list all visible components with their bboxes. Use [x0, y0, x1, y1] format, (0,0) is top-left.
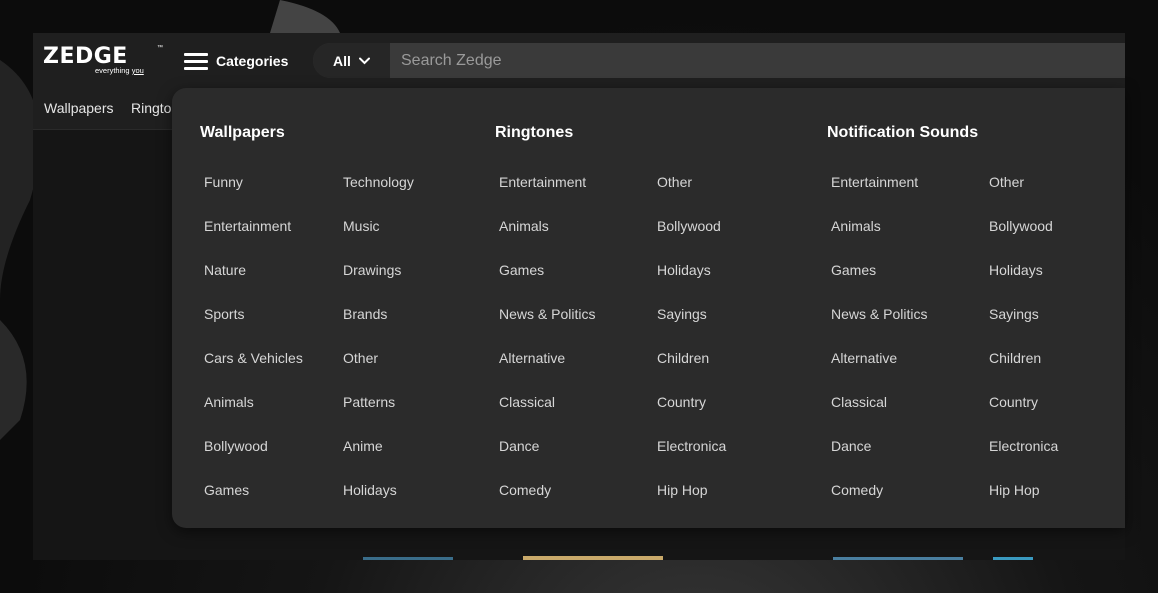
hamburger-icon — [184, 52, 208, 70]
menu-link-ringtones[interactable]: Bollywood — [657, 218, 721, 234]
menu-link-wallpapers[interactable]: Music — [343, 218, 380, 234]
search-input[interactable] — [390, 43, 1125, 78]
menu-link-wallpapers[interactable]: Anime — [343, 438, 383, 454]
chevron-down-icon — [358, 57, 370, 64]
menu-link-ringtones[interactable]: Entertainment — [499, 174, 586, 190]
menu-link-wallpapers[interactable]: Animals — [204, 394, 254, 410]
menu-link-ringtones[interactable]: Hip Hop — [657, 482, 708, 498]
categories-button[interactable]: Categories — [184, 48, 288, 74]
menu-link-notification-sounds[interactable]: Sayings — [989, 306, 1039, 322]
menu-link-ringtones[interactable]: Country — [657, 394, 706, 410]
menu-section-title-wallpapers[interactable]: Wallpapers — [200, 124, 285, 142]
menu-link-notification-sounds[interactable]: Animals — [831, 218, 881, 234]
menu-link-ringtones[interactable]: Animals — [499, 218, 549, 234]
menu-link-notification-sounds[interactable]: Country — [989, 394, 1038, 410]
menu-link-notification-sounds[interactable]: News & Politics — [831, 306, 927, 322]
menu-link-wallpapers[interactable]: Patterns — [343, 394, 395, 410]
menu-link-wallpapers[interactable]: Holidays — [343, 482, 397, 498]
menu-link-wallpapers[interactable]: Other — [343, 350, 378, 366]
menu-link-ringtones[interactable]: Holidays — [657, 262, 711, 278]
menu-link-wallpapers[interactable]: Technology — [343, 174, 414, 190]
subnav-item-ringtones[interactable]: Ringto — [131, 100, 171, 116]
menu-link-notification-sounds[interactable]: Children — [989, 350, 1041, 366]
menu-link-notification-sounds[interactable]: Classical — [831, 394, 887, 410]
menu-link-notification-sounds[interactable]: Games — [831, 262, 876, 278]
content-preview-strip — [363, 556, 1033, 560]
menu-link-ringtones[interactable]: Dance — [499, 438, 539, 454]
menu-link-wallpapers[interactable]: Drawings — [343, 262, 401, 278]
menu-link-notification-sounds[interactable]: Dance — [831, 438, 871, 454]
categories-label: Categories — [216, 53, 289, 69]
menu-link-ringtones[interactable]: Games — [499, 262, 544, 278]
menu-link-notification-sounds[interactable]: Alternative — [831, 350, 897, 366]
top-header: ZEDGE ™ everything you Categories All — [33, 33, 1125, 88]
menu-link-notification-sounds[interactable]: Other — [989, 174, 1024, 190]
menu-link-notification-sounds[interactable]: Entertainment — [831, 174, 918, 190]
menu-link-notification-sounds[interactable]: Hip Hop — [989, 482, 1040, 498]
menu-link-notification-sounds[interactable]: Bollywood — [989, 218, 1053, 234]
menu-link-wallpapers[interactable]: Bollywood — [204, 438, 268, 454]
menu-link-notification-sounds[interactable]: Electronica — [989, 438, 1058, 454]
logo-tagline: everything you — [95, 66, 144, 75]
subnav-item-wallpapers[interactable]: Wallpapers — [44, 100, 114, 116]
menu-link-ringtones[interactable]: Classical — [499, 394, 555, 410]
menu-link-ringtones[interactable]: Comedy — [499, 482, 551, 498]
menu-link-ringtones[interactable]: Electronica — [657, 438, 726, 454]
categories-mega-menu: Wallpapers Ringtones Notification Sounds… — [172, 88, 1125, 528]
menu-link-wallpapers[interactable]: Entertainment — [204, 218, 291, 234]
menu-link-ringtones[interactable]: Sayings — [657, 306, 707, 322]
menu-section-title-notification-sounds[interactable]: Notification Sounds — [827, 124, 978, 142]
menu-link-wallpapers[interactable]: Cars & Vehicles — [204, 350, 303, 366]
search-bar: All — [313, 43, 1125, 78]
menu-link-wallpapers[interactable]: Nature — [204, 262, 246, 278]
menu-link-wallpapers[interactable]: Brands — [343, 306, 387, 322]
menu-link-ringtones[interactable]: Children — [657, 350, 709, 366]
menu-link-notification-sounds[interactable]: Comedy — [831, 482, 883, 498]
menu-link-ringtones[interactable]: News & Politics — [499, 306, 595, 322]
menu-link-notification-sounds[interactable]: Holidays — [989, 262, 1043, 278]
menu-section-title-ringtones[interactable]: Ringtones — [495, 124, 573, 142]
menu-link-wallpapers[interactable]: Sports — [204, 306, 244, 322]
menu-link-wallpapers[interactable]: Games — [204, 482, 249, 498]
search-scope-label: All — [333, 52, 351, 69]
search-scope-dropdown[interactable]: All — [313, 43, 390, 78]
zedge-logo[interactable]: ZEDGE ™ everything you — [43, 45, 163, 77]
menu-link-ringtones[interactable]: Alternative — [499, 350, 565, 366]
menu-link-ringtones[interactable]: Other — [657, 174, 692, 190]
logo-trademark: ™ — [157, 45, 163, 51]
menu-link-wallpapers[interactable]: Funny — [204, 174, 243, 190]
